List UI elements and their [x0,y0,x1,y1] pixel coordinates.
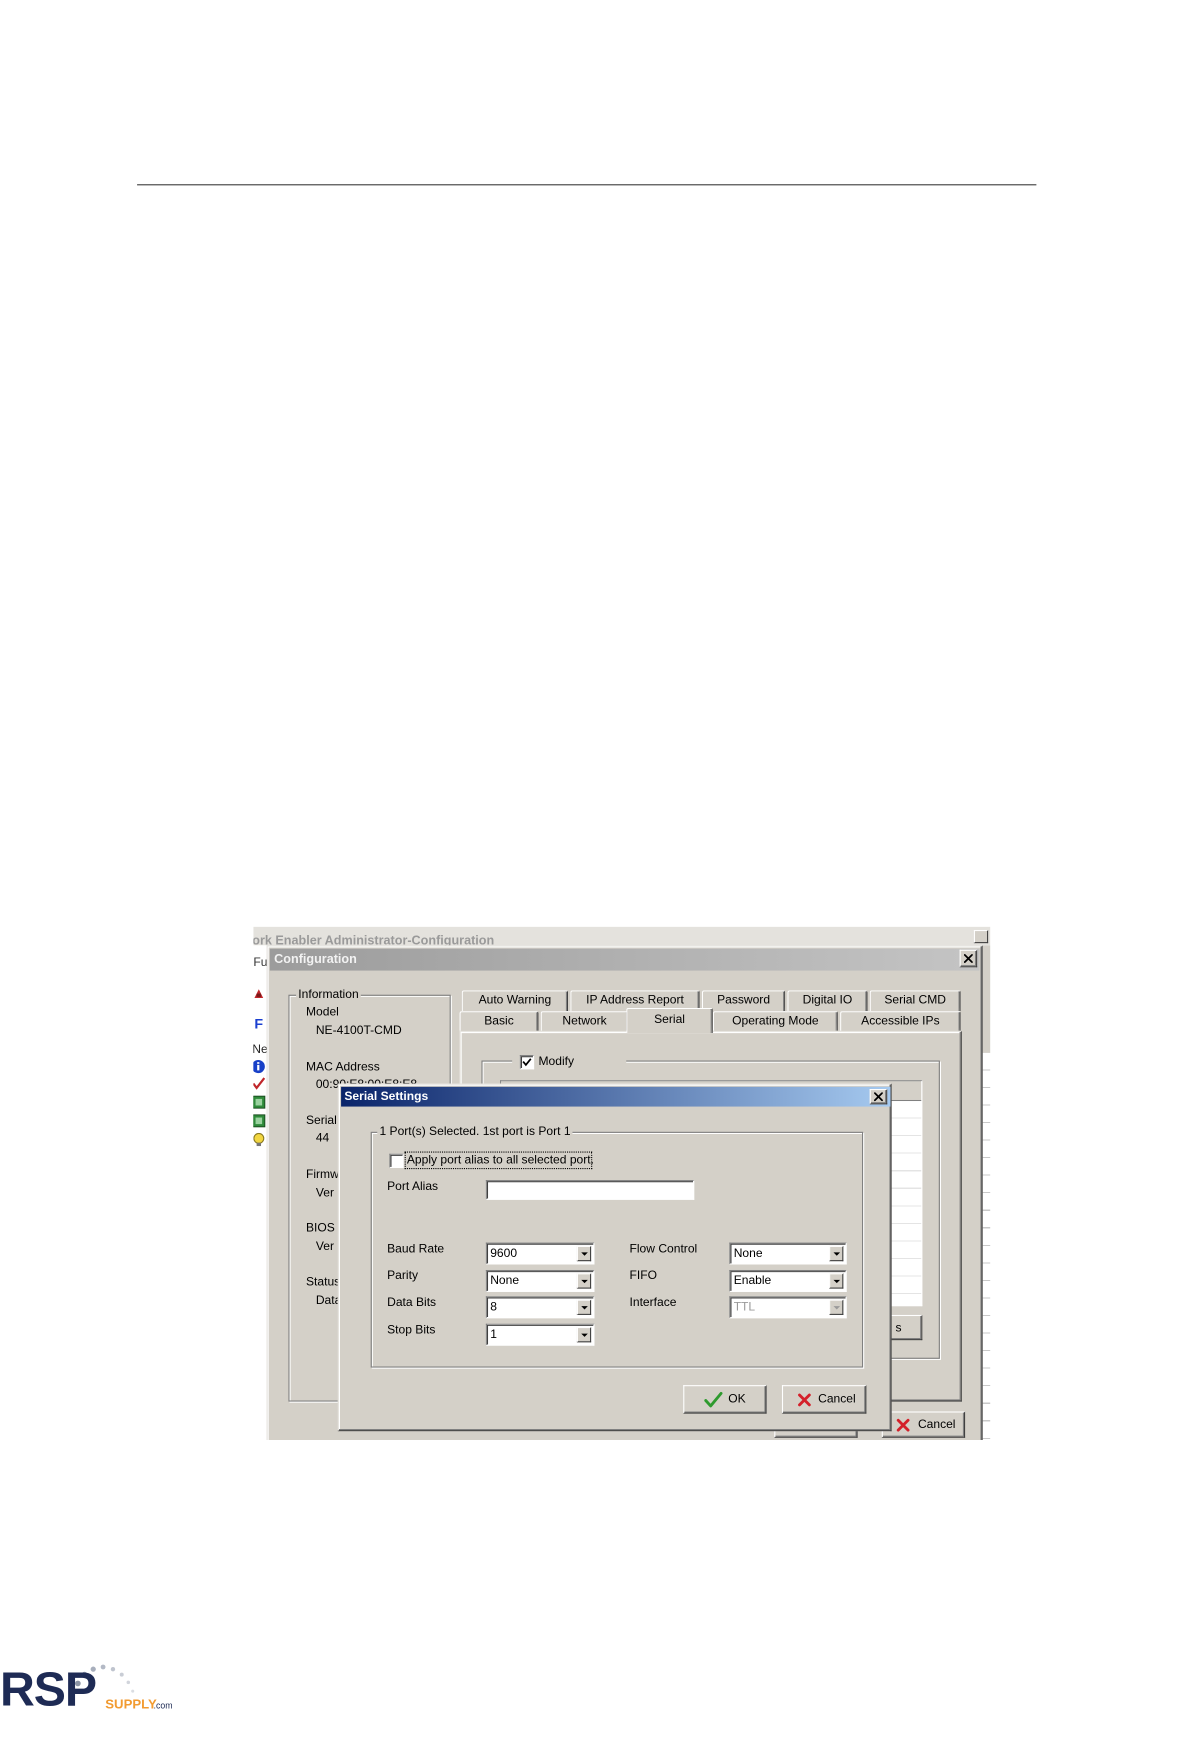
background-window-panel-edge [982,945,991,1053]
logo-supply: SUPPLY [105,1696,157,1712]
configuration-cancel-label: Cancel [917,1418,956,1432]
dropdown-arrow-icon[interactable] [576,1245,592,1262]
model-value: NE-4100T-CMD [315,1024,402,1038]
dropdown-arrow-icon[interactable] [576,1327,592,1343]
data-bits-select[interactable]: 8 [485,1296,595,1319]
tab-serial[interactable]: Serial [626,1007,713,1034]
baud-rate-select[interactable]: 9600 [485,1242,595,1265]
bulb-icon[interactable] [253,1132,265,1147]
information-caption: Information [296,987,361,1003]
modify-label[interactable]: Modify [538,1054,574,1069]
page: ork Enabler Administrator-Configuration … [0,0,1190,1744]
interface-select: TTL [729,1296,847,1319]
firmware-version-label: Ver [315,1186,334,1200]
background-window-title-bar: ork Enabler Administrator-Configuration [253,926,991,948]
serial-value: 44 [315,1131,330,1145]
bios-version-label: Ver [315,1240,334,1254]
tab-basic[interactable]: Basic [459,1011,539,1031]
model-label: Model [305,1005,339,1019]
check-icon [704,1391,723,1408]
ok-button[interactable]: OK [683,1385,767,1414]
interface-label: Interface [629,1296,677,1310]
ok-label: OK [728,1392,746,1406]
modify-checkbox[interactable] [519,1055,535,1070]
green-device-icon[interactable] [253,1095,266,1109]
firmware-label: Firmw [305,1167,339,1182]
fifo-label: FIFO [629,1268,657,1283]
tab-serial-cmd[interactable]: Serial CMD [869,990,961,1012]
check-icon [522,1058,532,1067]
red-check-icon[interactable] [253,1077,266,1090]
serial-settings-title: Serial Settings [344,1090,429,1104]
menu-fragment[interactable]: Fu [253,955,267,970]
configuration-title: Configuration [274,953,357,967]
stop-bits-label: Stop Bits [387,1323,436,1337]
dropdown-arrow-icon[interactable] [829,1273,844,1289]
serial-settings-dialog: Serial Settings 1 Port(s) Selected. 1st … [337,1083,892,1432]
status-label: Status [305,1275,341,1289]
background-window-list-rows [982,1052,991,1440]
stop-bits-select[interactable]: 1 [485,1323,595,1346]
parity-value: None [490,1274,520,1288]
sidebar-fragment-f[interactable]: F [254,1016,263,1032]
tab-operating-mode[interactable]: Operating Mode [712,1011,838,1031]
data-bits-label: Data Bits [387,1296,437,1310]
apply-alias-checkbox[interactable] [389,1153,404,1168]
info-icon[interactable] [253,1059,265,1074]
close-icon [963,954,973,963]
flow-control-label: Flow Control [629,1242,698,1256]
header-rule [137,184,1037,186]
port-alias-label: Port Alias [387,1180,439,1194]
screenshot-region: ork Enabler Administrator-Configuration … [253,926,991,1440]
serial-settings-close-button[interactable] [869,1089,888,1105]
baud-rate-label: Baud Rate [387,1242,445,1256]
background-window-close-button[interactable] [973,930,989,944]
x-icon [896,1418,910,1432]
background-window-sidebar: Fu F Ne [253,945,268,1440]
port-selection-caption: 1 Port(s) Selected. 1st port is Port 1 [377,1124,573,1140]
dropdown-arrow-icon[interactable] [576,1273,592,1289]
port-alias-input[interactable] [485,1180,695,1200]
flow-control-select[interactable]: None [729,1242,847,1265]
x-icon [798,1393,811,1407]
mac-address-label: MAC Address [305,1060,380,1074]
serial-settings-title-bar[interactable]: Serial Settings [341,1086,891,1107]
dropdown-arrow-icon[interactable] [576,1299,592,1315]
flow-control-value: None [733,1246,763,1261]
baud-rate-value: 9600 [490,1246,518,1261]
configuration-cancel-button[interactable]: Cancel [881,1411,966,1438]
logo-rsp: RSP [0,1662,97,1717]
logo-com: .com [153,1700,173,1711]
dropdown-arrow-icon[interactable] [829,1245,844,1262]
dropdown-arrow-icon [829,1299,844,1315]
serial-label: Serial [305,1114,337,1128]
interface-value: TTL [733,1300,756,1314]
tab-accessible-ips[interactable]: Accessible IPs [840,1011,961,1031]
modify-caption: Modify [512,1053,627,1070]
settings-button-label: s [895,1321,902,1335]
parity-select[interactable]: None [485,1269,595,1292]
fifo-value: Enable [733,1274,772,1288]
data-bits-value: 8 [490,1300,497,1314]
cancel-label: Cancel [818,1392,856,1406]
cancel-button[interactable]: Cancel [781,1385,867,1414]
tab-auto-warning[interactable]: Auto Warning [461,990,569,1012]
configuration-close-button[interactable] [959,949,978,968]
bios-label: BIOS [305,1221,335,1235]
tab-digital-io[interactable]: Digital IO [787,990,868,1012]
background-window-list-edge [982,945,991,1440]
parity-label: Parity [387,1268,418,1283]
fifo-select[interactable]: Enable [729,1269,847,1292]
green-device-icon[interactable] [253,1114,266,1128]
apply-alias-label[interactable]: Apply port alias to all selected port. [407,1153,594,1168]
close-icon [874,1092,883,1102]
stop-bits-value: 1 [490,1328,497,1342]
tab-network[interactable]: Network [540,1011,629,1031]
tab-password[interactable]: Password [701,990,786,1012]
configuration-title-bar[interactable]: Configuration [269,948,980,971]
tool-icon[interactable] [253,987,264,999]
